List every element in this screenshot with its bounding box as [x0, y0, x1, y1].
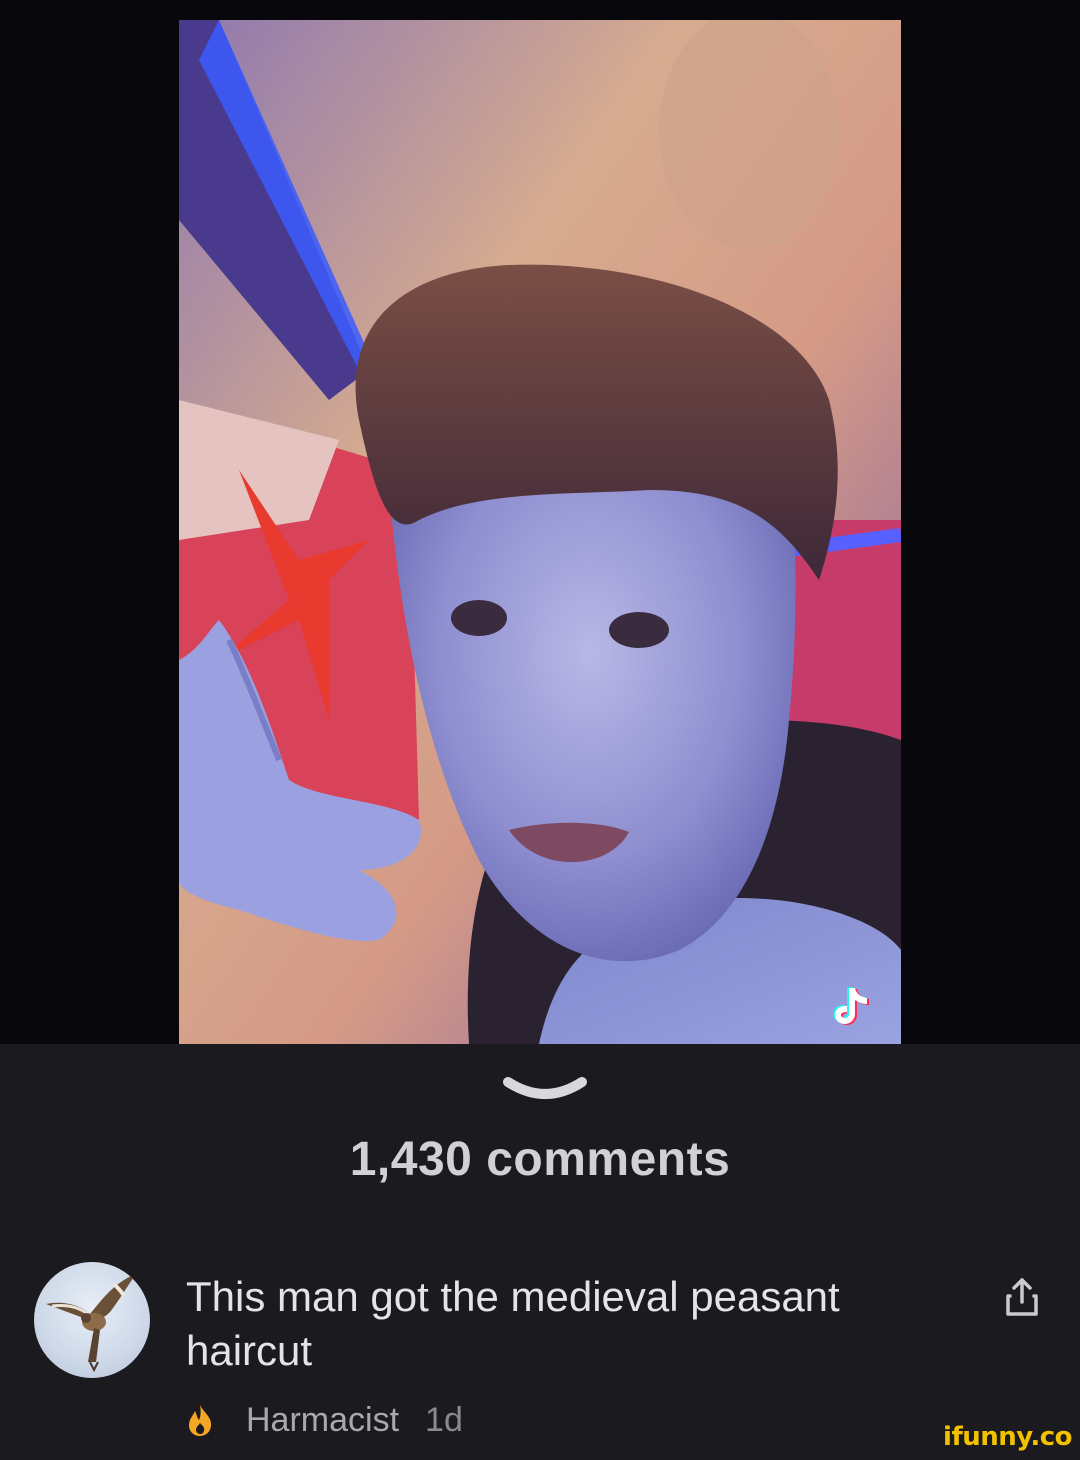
chevron-down-icon[interactable]	[500, 1072, 590, 1108]
comments-count: 1,430 comments	[349, 1133, 731, 1186]
video-still	[179, 20, 901, 1044]
ifunny-watermark: ifunny.co	[943, 1422, 1072, 1452]
screen: 1,430 comments This man got the medieval…	[0, 0, 1080, 1460]
comment-text: This man got the medieval peasant haircu…	[186, 1273, 840, 1374]
share-icon[interactable]	[1000, 1276, 1044, 1320]
bird-avatar[interactable]	[34, 1262, 150, 1378]
comment-meta: Harmacist 1d	[186, 1398, 463, 1442]
comment-age: 1d	[425, 1400, 463, 1439]
comments-panel: 1,430 comments This man got the medieval…	[0, 1044, 1080, 1460]
video-player[interactable]	[0, 0, 1080, 1044]
video-frame[interactable]	[179, 20, 901, 1044]
flame-icon	[186, 1403, 214, 1437]
tiktok-note-icon	[829, 984, 877, 1032]
comment-username[interactable]: Harmacist	[246, 1401, 399, 1440]
comment-item[interactable]: This man got the medieval peasant haircu…	[0, 1254, 1080, 1454]
